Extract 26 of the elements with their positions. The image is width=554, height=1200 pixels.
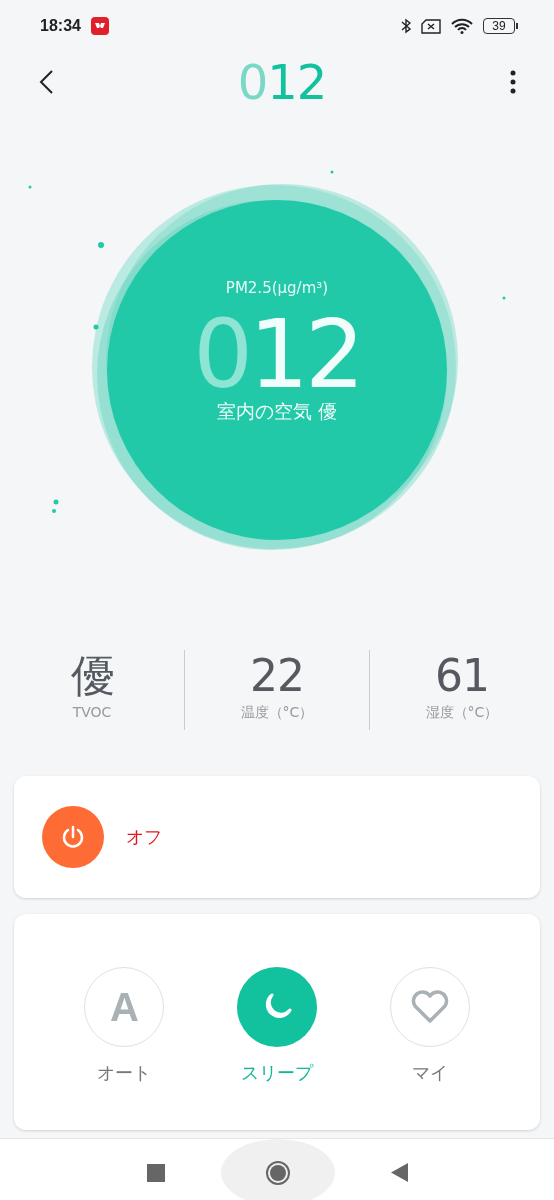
power-icon bbox=[60, 824, 86, 850]
back-nav-button[interactable] bbox=[390, 1163, 408, 1182]
stat-label: 温度（°C） bbox=[240, 704, 314, 722]
wifi-icon bbox=[451, 18, 473, 34]
mode-label: マイ bbox=[411, 1061, 448, 1085]
back-button[interactable] bbox=[38, 69, 54, 95]
auto-mode-button[interactable]: A bbox=[84, 967, 165, 1047]
app-notification-icon bbox=[90, 17, 109, 35]
heart-icon bbox=[409, 989, 450, 1025]
more-options-button[interactable] bbox=[510, 70, 516, 94]
mode-label: スリープ bbox=[241, 1061, 313, 1085]
sim-card-icon bbox=[421, 18, 441, 34]
stat-value: 22 bbox=[250, 650, 304, 702]
bluetooth-icon bbox=[401, 18, 411, 34]
home-icon bbox=[264, 1159, 291, 1186]
stat-value: 61 bbox=[435, 650, 489, 702]
power-status-label: オフ bbox=[126, 825, 162, 849]
stat-label: 湿度（°C） bbox=[425, 704, 499, 722]
recent-apps-button[interactable] bbox=[146, 1163, 165, 1182]
pm25-unit-label: PM2.5(μg/m³) bbox=[225, 279, 329, 297]
status-time: 18:34 bbox=[40, 17, 81, 35]
mode-label: オート bbox=[97, 1061, 152, 1085]
stat-value: 優 bbox=[70, 650, 114, 702]
battery-icon: 39 bbox=[483, 18, 518, 34]
page-title: 012 bbox=[237, 54, 327, 110]
stat-label: TVOC bbox=[72, 704, 112, 720]
